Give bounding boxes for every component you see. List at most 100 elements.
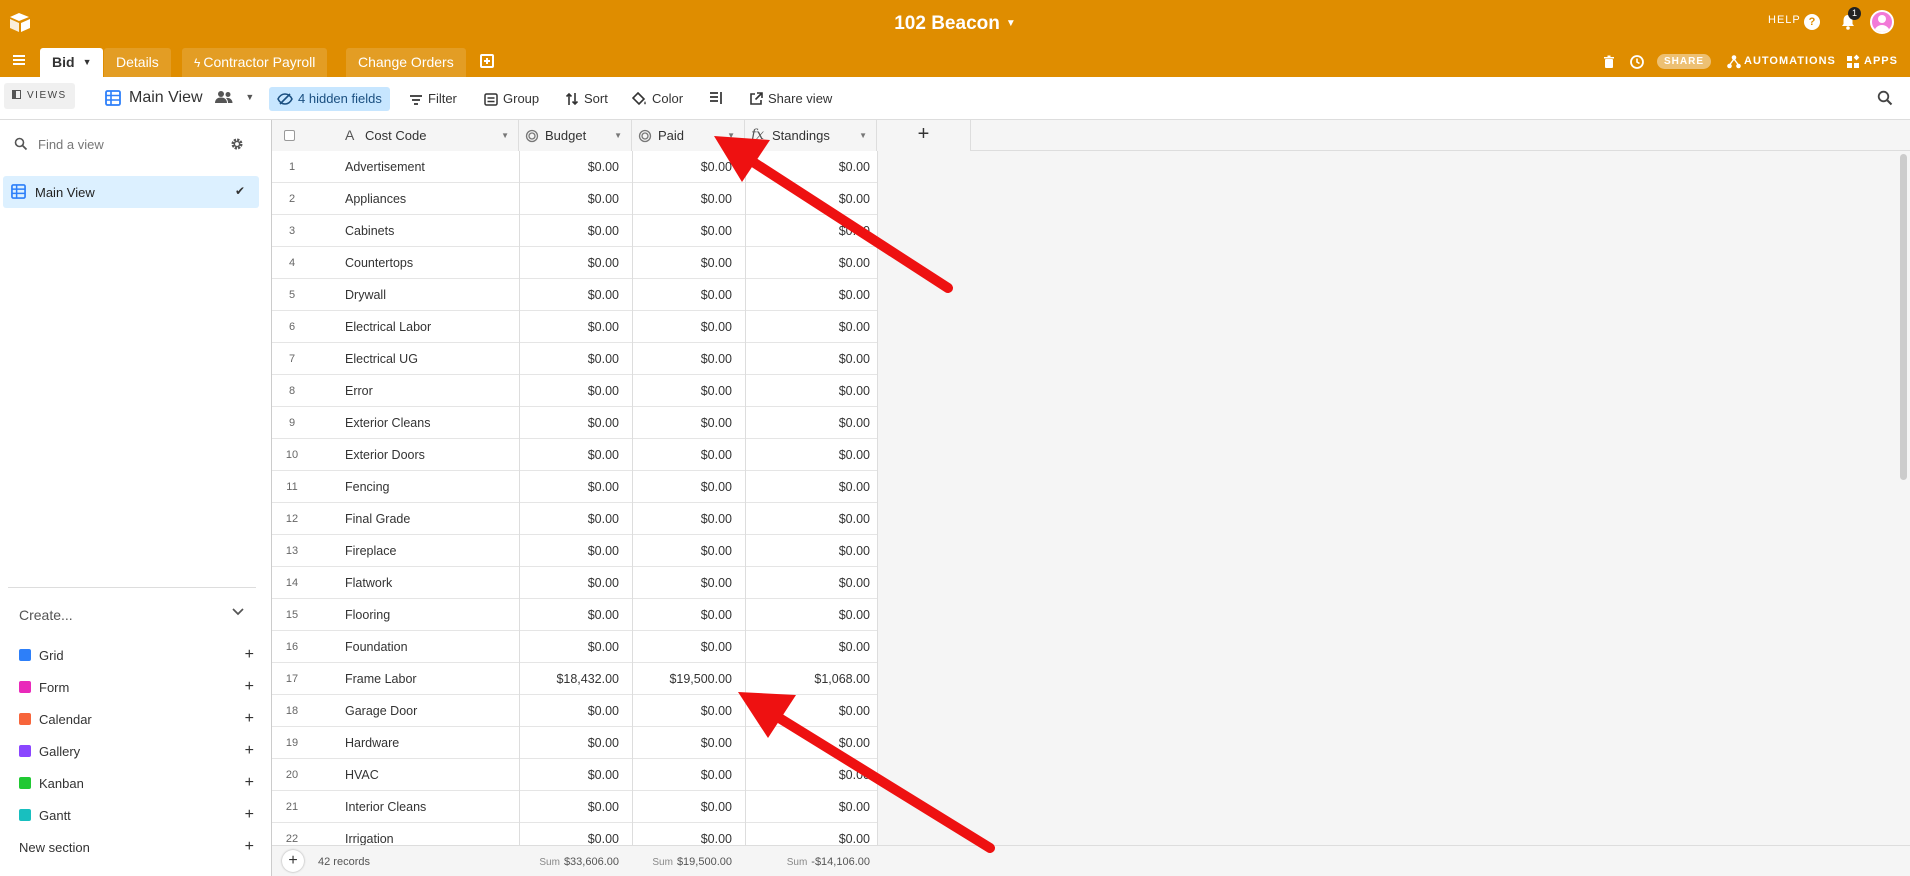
cost-code-cell[interactable]: Electrical Labor xyxy=(345,311,431,343)
paid-cell[interactable]: $0.00 xyxy=(632,791,732,823)
budget-cell[interactable]: $0.00 xyxy=(519,247,619,279)
table-row[interactable]: 10 Exterior Doors $0.00 $0.00 $0.00 xyxy=(272,439,877,471)
cost-code-cell[interactable]: Fireplace xyxy=(345,535,396,567)
new-section-button[interactable]: New section + xyxy=(19,838,254,860)
find-view-input[interactable] xyxy=(38,137,218,152)
standings-cell[interactable]: $1,068.00 xyxy=(742,663,870,695)
plus-icon[interactable]: + xyxy=(245,710,254,728)
budget-cell[interactable]: $0.00 xyxy=(519,567,619,599)
cost-code-cell[interactable]: Drywall xyxy=(345,279,386,311)
budget-sum[interactable]: Sum $33,606.00 xyxy=(519,856,619,868)
caret-down-icon[interactable]: ▼ xyxy=(727,120,735,151)
budget-cell[interactable]: $0.00 xyxy=(519,343,619,375)
tab-contractor-payroll[interactable]: ϟ Contractor Payroll xyxy=(182,48,328,77)
help-icon[interactable]: ? xyxy=(1804,14,1820,30)
budget-cell[interactable]: $0.00 xyxy=(519,407,619,439)
budget-cell[interactable]: $0.00 xyxy=(519,535,619,567)
paid-cell[interactable]: $0.00 xyxy=(632,631,732,663)
standings-cell[interactable]: $0.00 xyxy=(742,567,870,599)
budget-cell[interactable]: $0.00 xyxy=(519,375,619,407)
paid-cell[interactable]: $0.00 xyxy=(632,375,732,407)
tab-details[interactable]: Details xyxy=(104,48,171,77)
caret-down-icon[interactable]: ▼ xyxy=(245,92,254,102)
table-row[interactable]: 3 Cabinets $0.00 $0.00 $0.00 xyxy=(272,215,877,247)
table-row[interactable]: 15 Flooring $0.00 $0.00 $0.00 xyxy=(272,599,877,631)
table-row[interactable]: 12 Final Grade $0.00 $0.00 $0.00 xyxy=(272,503,877,535)
paid-cell[interactable]: $19,500.00 xyxy=(632,663,732,695)
standings-cell[interactable]: $0.00 xyxy=(742,183,870,215)
budget-cell[interactable]: $0.00 xyxy=(519,759,619,791)
create-calendar-view[interactable]: Calendar + xyxy=(19,710,254,732)
create-form-view[interactable]: Form + xyxy=(19,678,254,700)
budget-cell[interactable]: $0.00 xyxy=(519,215,619,247)
budget-cell[interactable]: $0.00 xyxy=(519,791,619,823)
paid-cell[interactable]: $0.00 xyxy=(632,311,732,343)
create-gantt-view[interactable]: Gantt + xyxy=(19,806,254,828)
budget-cell[interactable]: $0.00 xyxy=(519,503,619,535)
paid-cell[interactable]: $0.00 xyxy=(632,535,732,567)
vertical-scrollbar[interactable] xyxy=(1900,154,1907,480)
table-row[interactable]: 16 Foundation $0.00 $0.00 $0.00 xyxy=(272,631,877,663)
automations-icon[interactable] xyxy=(1726,54,1742,70)
table-row[interactable]: 20 HVAC $0.00 $0.00 $0.00 xyxy=(272,759,877,791)
row-height-icon[interactable] xyxy=(709,91,723,105)
caret-down-icon[interactable]: ▼ xyxy=(83,57,92,67)
table-row[interactable]: 11 Fencing $0.00 $0.00 $0.00 xyxy=(272,471,877,503)
table-row[interactable]: 18 Garage Door $0.00 $0.00 $0.00 xyxy=(272,695,877,727)
paid-cell[interactable]: $0.00 xyxy=(632,215,732,247)
tab-change-orders[interactable]: Change Orders xyxy=(346,48,466,77)
table-row[interactable]: 9 Exterior Cleans $0.00 $0.00 $0.00 xyxy=(272,407,877,439)
apps-button[interactable]: APPS xyxy=(1864,55,1898,67)
standings-cell[interactable]: $0.00 xyxy=(742,375,870,407)
paid-cell[interactable]: $0.00 xyxy=(632,759,732,791)
standings-sum[interactable]: Sum -$14,106.00 xyxy=(742,856,870,868)
create-section-header[interactable]: Create... xyxy=(19,607,73,623)
table-row[interactable]: 17 Frame Labor $18,432.00 $19,500.00 $1,068.… xyxy=(272,663,877,695)
budget-cell[interactable]: $0.00 xyxy=(519,439,619,471)
standings-cell[interactable]: $0.00 xyxy=(742,439,870,471)
cost-code-cell[interactable]: Foundation xyxy=(345,631,408,663)
gear-icon[interactable] xyxy=(230,137,244,151)
budget-cell[interactable]: $0.00 xyxy=(519,471,619,503)
column-header-budget[interactable]: Budget ▼ xyxy=(519,120,632,151)
table-row[interactable]: 14 Flatwork $0.00 $0.00 $0.00 xyxy=(272,567,877,599)
cost-code-cell[interactable]: Exterior Cleans xyxy=(345,407,430,439)
user-avatar[interactable] xyxy=(1870,10,1894,34)
sort-button[interactable]: Sort xyxy=(561,87,612,111)
hidden-fields-button[interactable]: 4 hidden fields xyxy=(269,87,390,111)
standings-cell[interactable]: $0.00 xyxy=(742,471,870,503)
apps-icon[interactable] xyxy=(1845,54,1861,70)
select-all-checkbox[interactable] xyxy=(284,130,295,141)
add-field-button[interactable]: + xyxy=(877,120,971,151)
cost-code-cell[interactable]: Flooring xyxy=(345,599,390,631)
standings-cell[interactable]: $0.00 xyxy=(742,215,870,247)
paid-cell[interactable]: $0.00 xyxy=(632,183,732,215)
plus-icon[interactable]: + xyxy=(245,838,254,856)
filter-button[interactable]: Filter xyxy=(405,87,461,111)
budget-cell[interactable]: $0.00 xyxy=(519,599,619,631)
table-row[interactable]: 8 Error $0.00 $0.00 $0.00 xyxy=(272,375,877,407)
table-row[interactable]: 2 Appliances $0.00 $0.00 $0.00 xyxy=(272,183,877,215)
cost-code-cell[interactable]: Fencing xyxy=(345,471,389,503)
plus-icon[interactable]: + xyxy=(245,646,254,664)
standings-cell[interactable]: $0.00 xyxy=(742,759,870,791)
create-grid-view[interactable]: Grid + xyxy=(19,646,254,668)
airtable-logo[interactable] xyxy=(8,12,32,34)
cost-code-cell[interactable]: Hardware xyxy=(345,727,399,759)
budget-cell[interactable]: $0.00 xyxy=(519,151,619,183)
tab-bid[interactable]: Bid ▼ xyxy=(40,48,104,77)
base-name[interactable]: 102 Beacon xyxy=(894,13,1000,34)
hamburger-menu-icon[interactable] xyxy=(13,55,25,65)
budget-cell[interactable]: $0.00 xyxy=(519,311,619,343)
standings-cell[interactable]: $0.00 xyxy=(742,247,870,279)
standings-cell[interactable]: $0.00 xyxy=(742,407,870,439)
create-gallery-view[interactable]: Gallery + xyxy=(19,742,254,764)
standings-cell[interactable]: $0.00 xyxy=(742,343,870,375)
share-button[interactable]: SHARE xyxy=(1657,54,1712,69)
cost-code-cell[interactable]: Flatwork xyxy=(345,567,392,599)
paid-cell[interactable]: $0.00 xyxy=(632,503,732,535)
caret-down-icon[interactable]: ▼ xyxy=(501,120,509,151)
column-header-standings[interactable]: fx Standings ▼ xyxy=(745,120,877,151)
chevron-down-icon[interactable] xyxy=(232,608,244,616)
plus-icon[interactable]: + xyxy=(245,806,254,824)
